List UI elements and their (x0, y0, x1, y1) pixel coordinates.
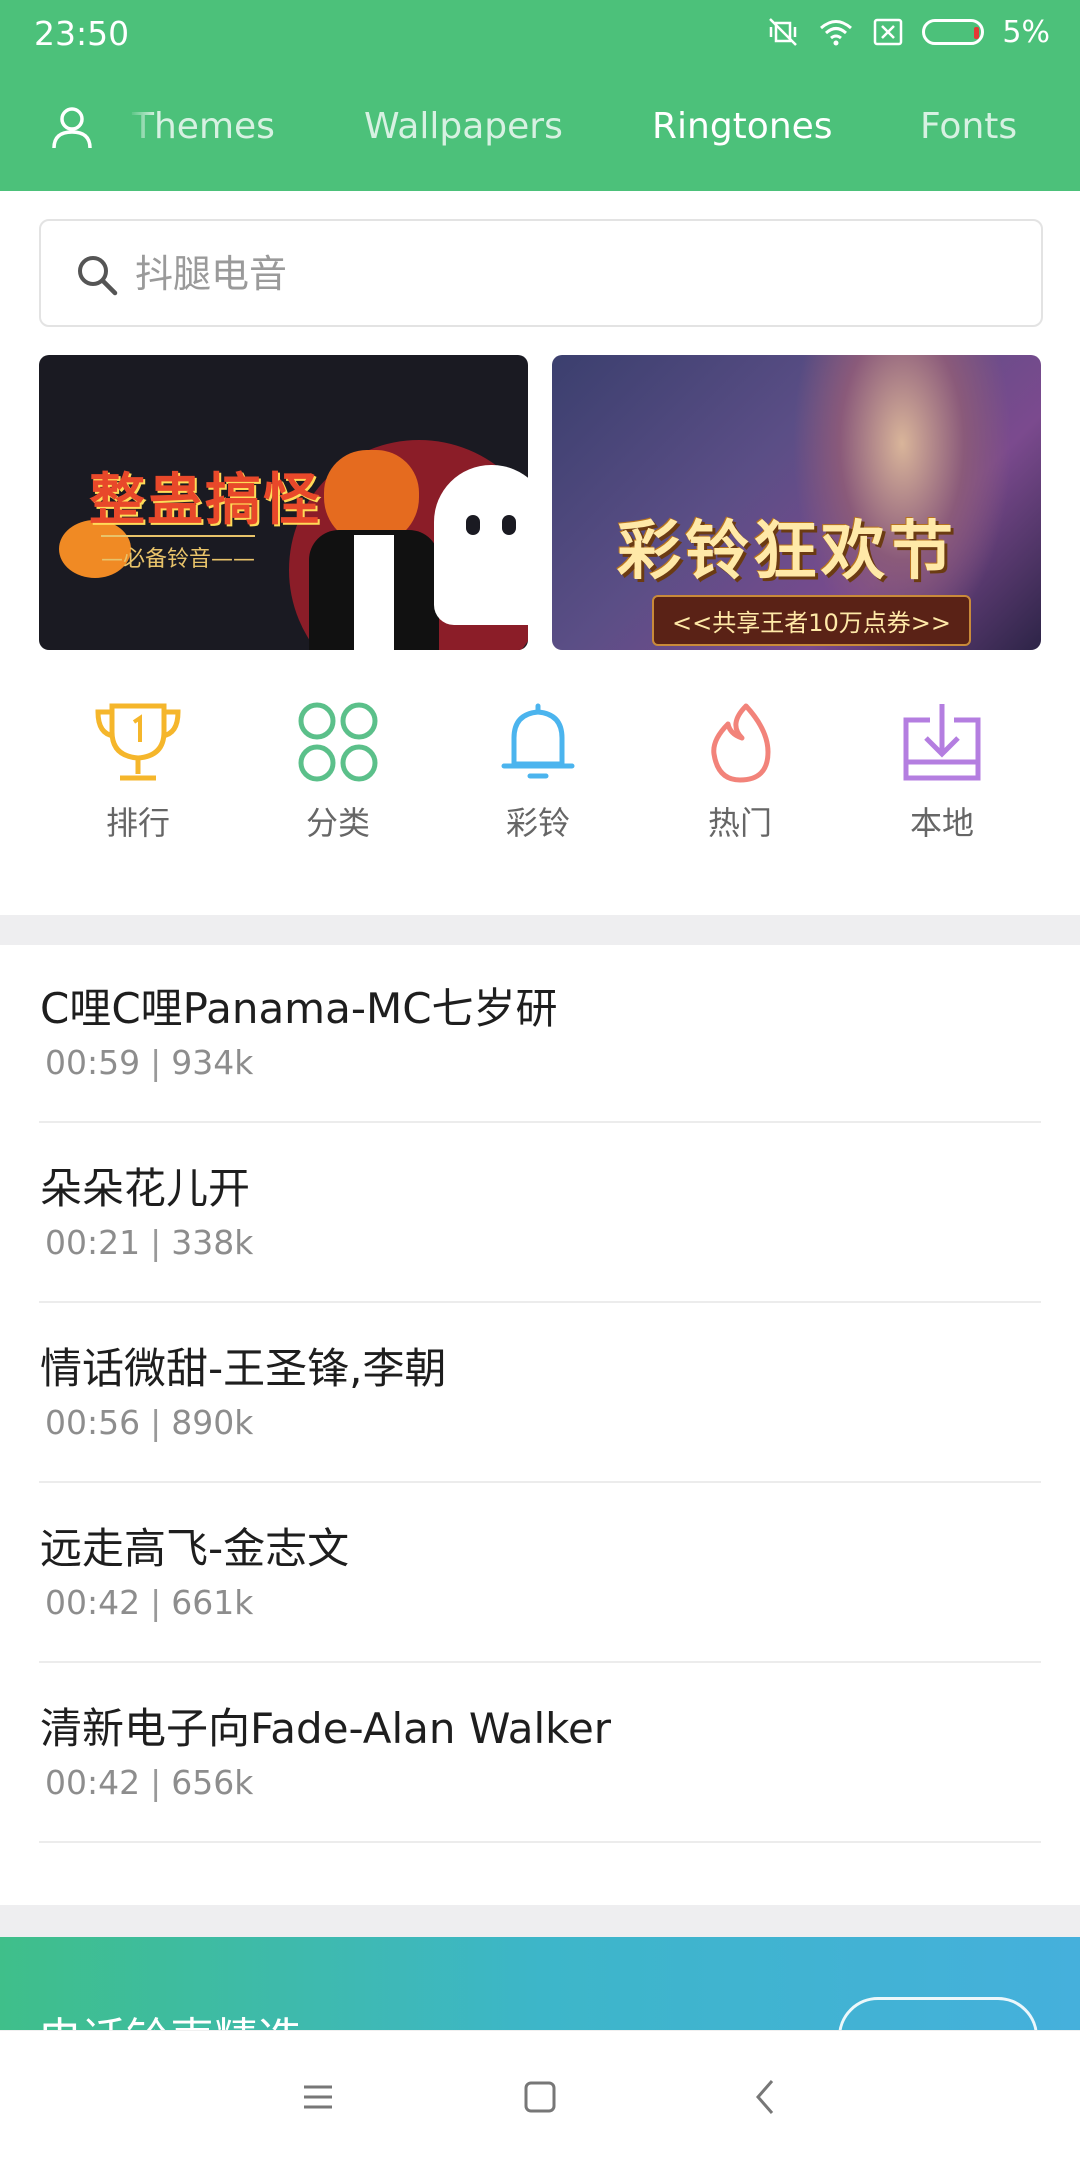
ringtone-duration: 00:21 (45, 1223, 141, 1262)
home-icon[interactable] (516, 2073, 564, 2121)
tab-fonts[interactable]: Fonts (920, 106, 1017, 147)
banner-subtitle: —必备铃音—— (101, 535, 256, 573)
ringtone-duration: 00:42 (45, 1583, 141, 1622)
quick-link-label: 彩铃 (505, 804, 570, 842)
quick-link-ringback[interactable]: 彩铃 (438, 700, 638, 860)
ringtone-title: 情话微甜-王圣锋,李朝 (40, 1344, 447, 1393)
wifi-icon (820, 20, 853, 46)
quick-link-ranking[interactable]: 排行 (38, 700, 238, 860)
ringtone-title: 朵朵花儿开 (40, 1164, 251, 1213)
system-nav-bar (0, 2030, 1080, 2160)
download-icon (903, 704, 981, 781)
section-divider (0, 1905, 1080, 1937)
battery-percent: 5% (1002, 14, 1050, 50)
section-divider (0, 915, 1080, 945)
ghost-illustration (434, 465, 528, 625)
back-icon[interactable] (742, 2073, 790, 2121)
ringtone-meta: 00:21 | 338k (45, 1223, 254, 1262)
banner-ringback-festival[interactable]: 彩铃狂欢节 <<共享王者10万点券>> (552, 355, 1041, 650)
ringtone-list-item[interactable]: 朵朵花儿开 00:21 | 338k (39, 1123, 1041, 1303)
search-icon (78, 256, 118, 296)
quick-link-label: 分类 (305, 804, 370, 842)
status-time: 23:50 (34, 14, 130, 53)
ringtone-duration: 00:42 (45, 1763, 141, 1802)
user-profile-icon[interactable] (48, 104, 96, 152)
banner-subtitle: <<共享王者10万点券>> (652, 595, 971, 646)
menu-icon[interactable] (294, 2073, 342, 2121)
ringtone-size: 661k (171, 1583, 254, 1622)
ringtone-title: C哩C哩Panama-MC七岁研 (40, 984, 558, 1033)
ringtone-list-item[interactable]: 远走高飞-金志文 00:42 | 661k (39, 1483, 1041, 1663)
ringtone-list-item[interactable]: 清新电子向Fade-Alan Walker 00:42 | 656k (39, 1663, 1041, 1843)
banner-prank-ringtones[interactable]: 整蛊搞怪 —必备铃音—— (39, 355, 528, 650)
quick-link-category[interactable]: 分类 (238, 700, 438, 860)
ringtone-meta: 00:42 | 656k (45, 1763, 254, 1802)
ringtone-size: 890k (171, 1403, 254, 1442)
quick-link-local[interactable]: 本地 (842, 700, 1042, 860)
quick-link-label: 热门 (707, 804, 772, 842)
ringtone-size: 656k (171, 1763, 254, 1802)
grid-circles-icon (298, 702, 378, 782)
ringtone-size: 338k (171, 1223, 254, 1262)
no-sim-icon (874, 18, 903, 46)
status-icons: 5% (766, 12, 1050, 52)
quick-link-popular[interactable]: 热门 (640, 700, 840, 860)
tab-wallpapers[interactable]: Wallpapers (364, 106, 563, 147)
promo-card[interactable]: 电话铃声精选 (0, 1937, 1080, 2037)
ringtone-title: 远走高飞-金志文 (40, 1524, 350, 1573)
ringtone-meta: 00:56 | 890k (45, 1403, 254, 1442)
category-tabs: Themes Wallpapers Ringtones Fonts (130, 100, 1080, 160)
vibrate-off-icon (769, 18, 798, 46)
ringtone-title: 清新电子向Fade-Alan Walker (40, 1704, 612, 1753)
tab-ringtones[interactable]: Ringtones (652, 106, 833, 147)
ringtone-size: 934k (171, 1043, 254, 1082)
tab-scroll-fade (128, 100, 156, 160)
quick-link-label: 本地 (909, 804, 974, 842)
search-bar[interactable] (39, 219, 1043, 327)
search-input[interactable] (133, 241, 1013, 307)
bell-icon (501, 703, 575, 779)
ringtone-meta: 00:42 | 661k (45, 1583, 254, 1622)
app-header: 23:50 5% Themes Wallpapers Ringtones Fon… (0, 0, 1080, 191)
ringtone-list-item[interactable]: C哩C哩Panama-MC七岁研 00:59 | 934k (39, 943, 1041, 1123)
banner-title: 整蛊搞怪 (89, 468, 321, 533)
ringtone-duration: 00:56 (45, 1403, 141, 1442)
flame-icon (711, 703, 771, 783)
ringtone-meta: 00:59 | 934k (45, 1043, 254, 1082)
ringtone-list-item[interactable]: 情话微甜-王圣锋,李朝 00:56 | 890k (39, 1303, 1041, 1483)
trophy-icon (95, 703, 181, 781)
ringtone-duration: 00:59 (45, 1043, 141, 1082)
battery-icon (922, 19, 985, 45)
quick-link-label: 排行 (105, 804, 170, 842)
banner-title: 彩铃狂欢节 (617, 515, 957, 589)
